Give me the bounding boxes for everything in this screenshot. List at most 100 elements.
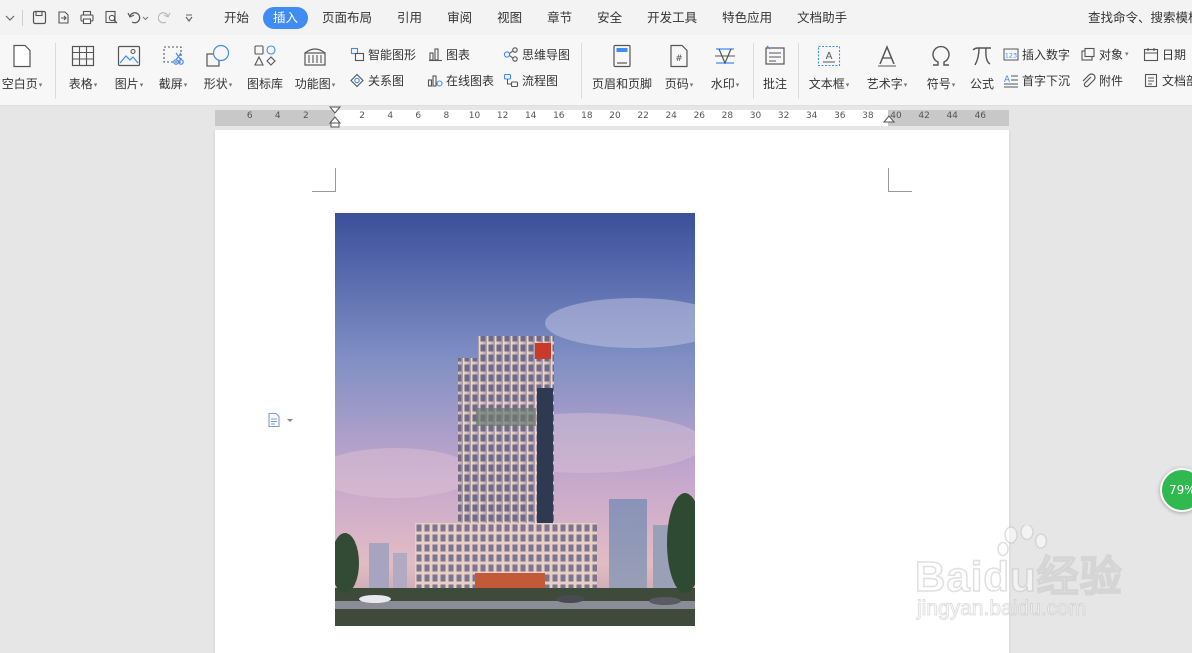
inserted-building-image[interactable] [335,213,695,626]
omega-icon [928,43,954,69]
tab-review[interactable]: 审阅 [436,7,483,29]
ruler-number: 2 [303,111,309,121]
indent-marker-icon[interactable] [329,106,341,128]
online-chart-label: 在线图表 [446,73,495,88]
screenshot-button[interactable]: 截屏▾ [148,43,198,92]
flowchart-button[interactable]: 流程图 [503,71,558,89]
tab-insert[interactable]: 插入 [263,6,309,29]
icon-library-label: 图标库 [246,77,283,91]
drop-cap-label: 首字下沉 [1022,73,1071,88]
ruler-number: 46 [974,111,987,121]
attachment-button[interactable]: 附件 [1080,71,1123,89]
watermark-label: 水印 [710,77,735,91]
ruler-number: 12 [496,111,509,121]
online-chart-button[interactable]: 在线图表 [427,71,494,89]
undo-icon[interactable] [123,6,153,30]
watermark-button[interactable]: 水印▾ [700,43,750,92]
ruler-number: 34 [805,111,818,121]
horizontal-ruler[interactable]: 6 4 2 2 4 6 8 10 12 14 16 18 20 22 24 26 28 30 32 34 36 38 40 4… [0,106,1192,130]
ruler-number: 6 [415,111,422,121]
page-number-button[interactable]: # 页码▾ [654,43,704,92]
smart-shape-button[interactable]: 智能图形 [349,45,416,63]
command-search[interactable]: 查找命令、搜索模板 [1086,7,1192,26]
blank-page-button[interactable]: 空白页▾ [0,43,47,92]
doc-part-label: 文档部件 [1162,73,1192,88]
drop-cap-button[interactable]: A 首字下沉 [1003,71,1070,89]
online-chart-icon [427,72,443,88]
tab-doc-assistant[interactable]: 文档助手 [786,7,858,29]
wordart-icon [874,43,900,69]
ruler-number: 6 [246,111,253,121]
picture-button[interactable]: 图片▾ [104,43,154,92]
header-footer-icon [609,43,635,69]
menu-bar: 开始 插入 页面布局 引用 审阅 视图 章节 安全 开发工具 特色应用 文档助手… [0,0,1192,35]
mindmap-button[interactable]: 思维导图 [503,45,570,63]
svg-text:123: 123 [1005,51,1017,59]
tab-security[interactable]: 安全 [586,7,633,29]
ruler-number: 4 [387,111,394,121]
wordart-label: 艺术字 [866,77,903,91]
ruler-number: 28 [721,111,734,121]
ruler-number: 26 [693,111,706,121]
watermark-brand: Baidu经验 [914,552,1123,601]
doc-part-icon [1143,72,1159,88]
save-icon[interactable] [27,6,51,30]
shape-button[interactable]: 形状▾ [193,43,243,92]
relation-chart-button[interactable]: 关系图 [349,71,404,89]
icon-library-button[interactable]: 图标库 [240,43,290,92]
function-chart-button[interactable]: 功能图▾ [290,43,340,92]
tab-special[interactable]: 特色应用 [711,7,783,29]
chart-icon [427,46,443,62]
doc-part-button[interactable]: 文档部件 [1143,71,1192,89]
document-page[interactable] [215,130,1009,653]
customize-toolbar-icon[interactable] [177,6,201,30]
tab-home[interactable]: 开始 [213,7,260,29]
margin-corner-top-right [888,168,912,192]
ribbon-tabs: 开始 插入 页面布局 引用 审阅 视图 章节 安全 开发工具 特色应用 文档助手 [213,6,861,29]
shape-label: 形状 [203,77,228,91]
search-text: 查找命令、搜索模板 [1088,10,1192,25]
watermark-icon [712,43,738,69]
table-icon [70,43,96,69]
tab-section[interactable]: 章节 [536,7,583,29]
object-label: 对象 [1099,47,1124,62]
object-icon [1080,46,1096,62]
menu-chevron-icon[interactable] [2,6,18,30]
table-button[interactable]: 表格▾ [58,43,108,92]
blank-page-label: 空白页 [1,77,38,91]
baidu-watermark: Baidu经验 jingyan.baidu.com [914,525,1145,635]
ruler-number: 18 [581,111,593,121]
svg-text:#: # [675,54,683,64]
tab-view[interactable]: 视图 [486,7,533,29]
divider [55,43,56,99]
flowchart-label: 流程图 [522,73,559,88]
tab-developer[interactable]: 开发工具 [636,7,708,29]
ribbon: 空白页▾ 表格▾ 图片▾ 截屏▾ 形状▾ 图标库 功能图▾ 智能图形 图表 思维… [0,35,1192,106]
header-footer-button[interactable]: 页眉和页脚 [589,43,655,92]
chevron-down-icon [287,419,293,422]
right-indent-marker-icon[interactable] [883,110,895,124]
redo-icon[interactable] [153,6,177,30]
comment-button[interactable]: 批注 [750,43,800,92]
date-button[interactable]: 日期 [1143,45,1186,63]
output-icon[interactable] [51,6,75,30]
tab-page-layout[interactable]: 页面布局 [311,7,383,29]
insert-number-button[interactable]: 123 插入数字 [1003,45,1070,63]
chart-button[interactable]: 图表 [427,45,470,63]
object-button[interactable]: 对象 ▾ [1080,45,1129,63]
print-icon[interactable] [75,6,99,30]
ruler-number: 22 [637,111,649,121]
drop-cap-icon: A [1003,72,1019,88]
textbox-button[interactable]: A 文本框▾ [804,43,854,92]
ruler-number: 32 [777,111,790,121]
formula-button[interactable]: 公式 [957,43,1007,92]
paragraph-layout-button[interactable] [267,410,297,430]
wordart-button[interactable]: 艺术字▾ [862,43,912,92]
shape-icon [205,43,231,69]
attachment-label: 附件 [1099,73,1124,88]
tab-references[interactable]: 引用 [386,7,433,29]
smart-shape-label: 智能图形 [368,47,417,62]
print-preview-icon[interactable] [99,6,123,30]
icon-library-icon [252,43,278,69]
screenshot-label: 截屏 [158,77,183,91]
